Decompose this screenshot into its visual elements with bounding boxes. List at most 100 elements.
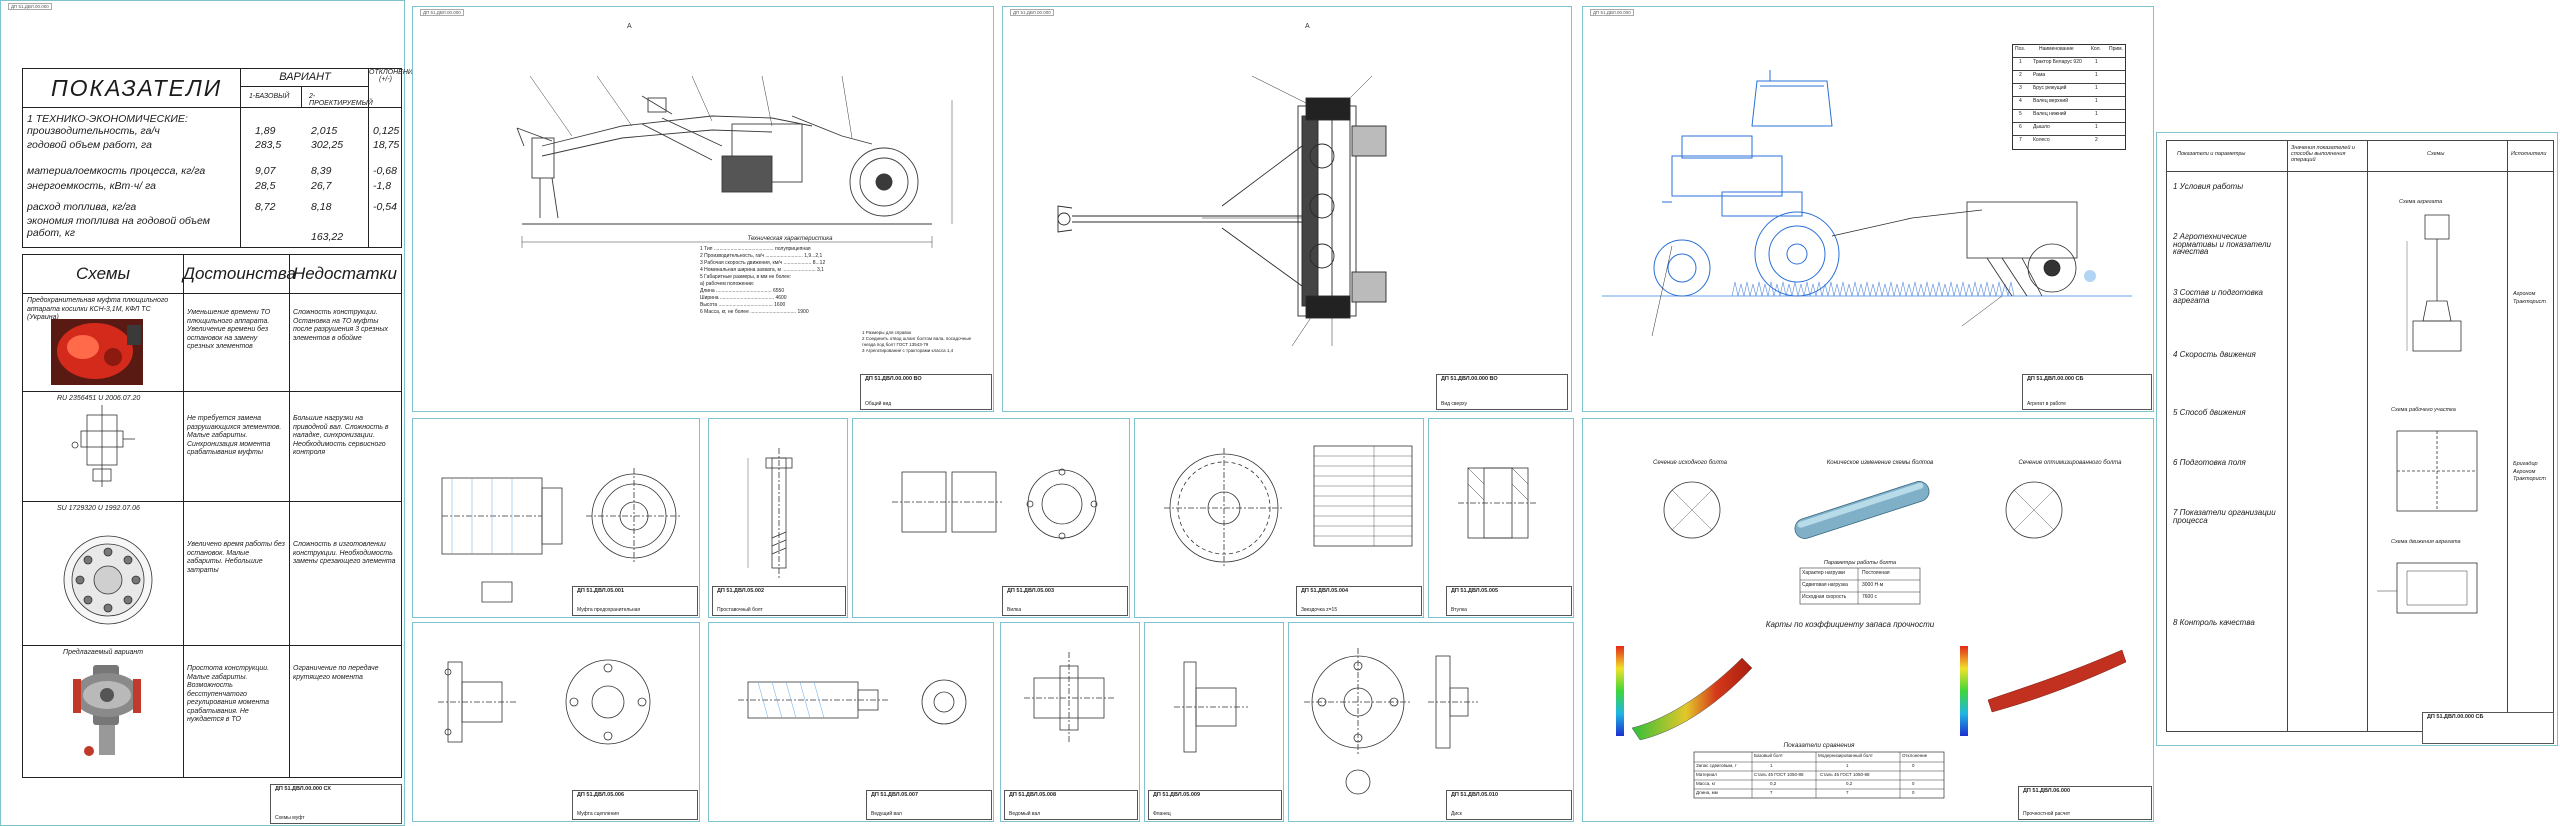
cmp-r2-3: 0	[1912, 781, 1915, 786]
title-block-d5: ДП 51.ДВЛ.05.005 Втулка	[1446, 586, 1572, 616]
rt-sec-6: 6 Подготовка поля	[2173, 458, 2246, 467]
tech-note-1: 2 Соединить отвод шланг болтом вала, пос…	[862, 336, 972, 347]
scheme-4-disadv: Ограничение по передаче крутящего момент…	[293, 665, 379, 681]
scheme-pictures	[51, 319, 153, 756]
tech-line-8: Высота .................................…	[700, 302, 786, 308]
cmp-r3-1: 7	[1770, 790, 1773, 795]
title-block-d2: ДП 51.ДВЛ.05.002 Проставочный болт	[712, 586, 846, 616]
scheme-3-disadv: Сложность в изготовлении конструкции. Не…	[293, 541, 396, 565]
title-block-d6: ДП 51.ДВЛ.05.006 Муфта сцепления	[572, 790, 698, 820]
rt-sec-3: 3 Состав и подготовка агрегата	[2173, 288, 2263, 305]
disadv-col-header: Недостатки	[293, 264, 397, 283]
param-1-k: Сдвиговая нагрузка	[1802, 582, 1848, 588]
params-title: Параметры работы болта	[1823, 560, 1897, 566]
svg-text:А: А	[1305, 23, 1310, 30]
rt-col3: Схемы	[2427, 151, 2445, 157]
cmp-r0-3: 0	[1912, 763, 1915, 768]
scheme-4-adv: Простота конструкции. Малые габариты. Во…	[187, 665, 270, 723]
rt-sec-5: 5 Способ движения	[2173, 408, 2246, 417]
cmp-r3-2: 7	[1846, 790, 1849, 795]
title-block-s5: ДП 51.ДВЛ.00.000 СХ Схемы муфт	[270, 784, 402, 824]
param-1-v: 3000 Н·м	[1862, 582, 1884, 588]
clutch-photo	[51, 319, 143, 385]
svg-text:А: А	[627, 23, 632, 30]
tech-line-5: а) рабочем положении:	[700, 281, 755, 287]
tech-notes: 1 Размеры для справок 2 Соединить отвод …	[862, 330, 972, 354]
cmp-r1-0: Материал	[1696, 772, 1717, 777]
top-view-drawing: А	[1057, 23, 1387, 347]
tech-line-2: 3 Рабочая скорость движения, км/ч ......…	[700, 260, 826, 266]
rt-col2: Значения показателей и способы выполнени…	[2291, 145, 2355, 163]
title-block-d3: ДП 51.ДВЛ.05.003 Вилка	[1002, 586, 1128, 616]
scheme-2-adv: Не требуется замена разрушающихся элемен…	[187, 415, 282, 456]
rt-sec-2: 2 Агротехнические нормативы и показатели…	[2173, 232, 2272, 256]
map-title: Карты по коэффициенту запаса прочности	[1765, 620, 1935, 629]
cmp-r0-0: Запас сдвиговым, т	[1696, 763, 1737, 768]
tech-title: Техническая характеристика	[747, 236, 833, 242]
title-block-tech-map: ДП 51.ДВЛ.00.000 СБ	[2422, 712, 2554, 744]
rt-schemes-drawing	[2377, 214, 2478, 614]
cmp-title: Показатели сравнения	[1783, 742, 1855, 749]
title-block-d8: ДП 51.ДВЛ.05.008 Ведомый вал	[1004, 790, 1138, 820]
tech-line-0: 1 Тип ..................................…	[700, 246, 811, 252]
variant-cell: ВАРИАНТ 1-БАЗОВЫЙ 2-ПРОЕКТИРУЕМЫЙ	[240, 69, 373, 107]
tech-line-9: 6 Масса, кг, не более ..................…	[700, 309, 809, 315]
cmp-r1-1: Сталь 45 ГОСТ 1050-88	[1754, 772, 1804, 777]
rt-col4: Исполнители	[2511, 151, 2547, 157]
cmp-r0-1: 1	[1770, 763, 1773, 768]
cmp-h-3: Отклонение	[1902, 753, 1928, 758]
rt-exec-1: Агроном Тракторист	[2513, 291, 2546, 305]
indicators-title: ПОКАЗАТЕЛИ	[51, 75, 223, 101]
tech-line-3: 4 Номинальная ширина захвата, м ........…	[700, 267, 824, 273]
cmp-r2-2: 0,2	[1846, 781, 1853, 786]
variant-proj: 2-ПРОЕКТИРУЕМЫЙ	[309, 93, 373, 107]
title-block-d9: ДП 51.ДВЛ.05.009 Фланец	[1148, 790, 1282, 820]
tech-specs: Техническая характеристика 1 Тип .......…	[700, 236, 880, 316]
title-block-d7: ДП 51.ДВЛ.05.007 Ведущий вал	[866, 790, 992, 820]
deviation-header: ОТКЛОНЕНИЕ (+/-)	[368, 69, 418, 107]
title-block-d1: ДП 51.ДВЛ.05.001 Муфта предохранительная	[572, 586, 698, 616]
cmp-r2-0: Масса, кг	[1696, 781, 1716, 786]
rt-exec-2: Бригадир Агроном Тракторист	[2513, 461, 2546, 482]
cmp-r3-3: 0	[1912, 790, 1915, 795]
scheme-2-drawing	[71, 405, 135, 487]
rt-sec-4: 4 Скорость движения	[2173, 350, 2256, 359]
title-block-d10: ДП 51.ДВЛ.05.010 Диск	[1446, 790, 1572, 820]
param-2-k: Исходная скорость	[1802, 594, 1847, 600]
cmp-r1-2: Сталь 45 ГОСТ 1050-88	[1820, 772, 1870, 777]
indicators-table: ПОКАЗАТЕЛИ ВАРИАНТ 1-БАЗОВЫЙ 2-ПРОЕКТИРУ…	[22, 68, 418, 248]
schemes-table: Схемы Достоинства Недостатки Предохранит…	[22, 254, 402, 778]
scheme-2-disadv: Большие нагрузки на приводной вал. Сложн…	[293, 415, 389, 456]
cmp-h-2: Модернизированный болт	[1818, 753, 1873, 758]
proposed-clutch-3d	[73, 665, 141, 756]
scheme-1-adv: Уменьшение времени ТО плющильного аппара…	[187, 309, 271, 350]
cmp-r2-1: 0,2	[1770, 781, 1777, 786]
adv-col-header: Достоинства	[183, 255, 296, 293]
scheme-3-drawing	[63, 535, 153, 625]
param-0-k: Характер нагрузки	[1802, 570, 1845, 576]
title-block-d4: ДП 51.ДВЛ.05.004 Звездочка z=15	[1296, 586, 1422, 616]
title-block-s2: ДП 51.ДВЛ.00.000 ВО Вид сверху	[1436, 374, 1568, 410]
indicators-sheet-tag: ДП 51.ДВЛ.00.000	[8, 3, 52, 10]
rt-col1: Показатели и параметры	[2177, 151, 2246, 157]
tech-map-table: Показатели и параметры Значения показате…	[2166, 140, 2554, 732]
tractor-drawing	[1602, 70, 2132, 337]
scheme-1-disadv: Сложность конструкции. Остановка на ТО м…	[293, 309, 389, 342]
tech-line-6: Длина ..................................…	[700, 288, 785, 294]
param-0-v: Постоянная	[1862, 570, 1890, 576]
rt-sec-7: 7 Показатели организации процесса	[2173, 508, 2276, 525]
title-block-fea: ДП 51.ДВЛ.06.000 Прочностной расчет	[2018, 786, 2152, 820]
rt-sec-8: 8 Контроль качества	[2173, 618, 2255, 627]
tech-line-4: 5 Габаритные размеры, в мм не более:	[700, 274, 792, 280]
cmp-r3-0: Длина, мм	[1696, 790, 1718, 795]
title-block-s1: ДП 51.ДВЛ.00.000 ВО Общий вид	[860, 374, 992, 410]
cmp-h-1: Базовый болт	[1754, 753, 1783, 758]
tech-note-2: 3 Агрегатирование с тракторами класса 1,…	[862, 348, 954, 353]
title-block-s3: ДП 51.ДВЛ.00.000 СБ Агрегат в работе	[2022, 374, 2152, 410]
cmp-r0-2: 1	[1846, 763, 1849, 768]
tech-line-7: Ширина .................................…	[700, 295, 787, 301]
rt-sec-1: 1 Условия работы	[2173, 182, 2244, 191]
indicators-header: ПОКАЗАТЕЛИ ВАРИАНТ 1-БАЗОВЫЙ 2-ПРОЕКТИРУ…	[23, 69, 418, 108]
variant-base: 1-БАЗОВЫЙ	[249, 93, 290, 100]
tech-line-1: 2 Производительность, га/ч .............…	[700, 253, 823, 259]
